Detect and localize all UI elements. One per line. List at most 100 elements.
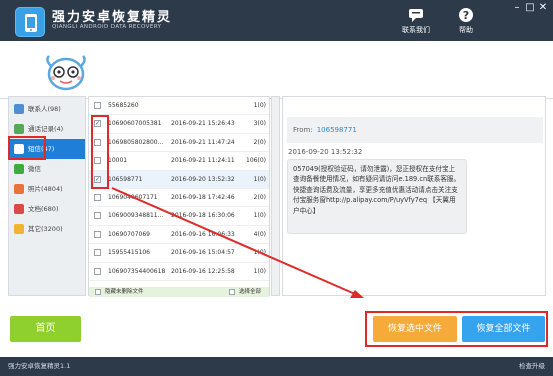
maximize-icon[interactable]: □ bbox=[524, 3, 536, 13]
sidebar-item-label: 微信 bbox=[28, 165, 41, 173]
row-number: 106598771 bbox=[108, 175, 143, 183]
svg-text:?: ? bbox=[463, 9, 469, 22]
row-number: 15955415106 bbox=[108, 249, 150, 257]
wechat-icon bbox=[14, 164, 24, 174]
sidebar-item-contacts[interactable]: 联系人(98) bbox=[9, 99, 85, 119]
row-checkbox[interactable] bbox=[94, 194, 101, 201]
from-bar: From: 106598771 bbox=[287, 117, 543, 143]
phone-icon bbox=[14, 124, 24, 134]
row-date: 2016-09-18 16:30:06 bbox=[171, 212, 235, 220]
app-logo-icon bbox=[15, 7, 45, 37]
row-checkbox[interactable] bbox=[94, 267, 101, 275]
sidebar-item-label: 照片(4804) bbox=[28, 185, 63, 193]
row-count: 1(0) bbox=[253, 212, 266, 220]
list-item[interactable]: 1069805802800... 2016-09-21 11:47:24 2(0… bbox=[89, 134, 269, 153]
list-scrollbar[interactable] bbox=[271, 96, 280, 296]
row-checkbox[interactable] bbox=[94, 102, 101, 109]
title-bar: 强力安卓恢复精灵 QIANGLI ANDROID DATA RECOVERY 联… bbox=[0, 0, 553, 41]
help-button[interactable]: ? 帮助 bbox=[458, 7, 474, 35]
from-value: 106598771 bbox=[316, 126, 357, 134]
check-update-link[interactable]: 检查升级 bbox=[519, 357, 545, 376]
row-date: 2016-09-18 17:42:46 bbox=[171, 194, 235, 201]
contacts-icon bbox=[14, 104, 24, 114]
photo-icon bbox=[14, 184, 24, 194]
row-number: 55685260 bbox=[108, 102, 139, 109]
message-list: 55685260 1(0) ✓ 10690607005381 2016-09-2… bbox=[88, 96, 270, 297]
row-date: 2016-09-21 11:24:11 bbox=[171, 157, 235, 165]
banner bbox=[0, 41, 553, 99]
row-count: 106(0) bbox=[246, 157, 266, 165]
row-number: 10690607005381 bbox=[108, 120, 162, 128]
chat-icon bbox=[409, 9, 423, 22]
row-date: 2016-09-21 11:47:24 bbox=[171, 138, 235, 146]
checkbox-highlight-box bbox=[91, 115, 109, 189]
list-item[interactable]: 106907354400618 2016-09-16 12:25:58 1(0) bbox=[89, 263, 269, 281]
home-button[interactable]: 首页 bbox=[10, 316, 81, 342]
row-number: 1069805802800... bbox=[108, 138, 164, 146]
minimize-icon[interactable]: – bbox=[511, 3, 523, 13]
hide-deleted-checkbox[interactable] bbox=[95, 289, 101, 295]
contact-us-button[interactable]: 联系我们 bbox=[402, 7, 430, 35]
row-date: 2016-09-16 16:06:33 bbox=[171, 230, 235, 238]
row-checkbox[interactable] bbox=[94, 212, 101, 220]
close-icon[interactable]: ✕ bbox=[537, 3, 549, 13]
list-footer: 隐藏未删除文件 选择全部 bbox=[89, 287, 269, 297]
sidebar-item-label: 其它(3200) bbox=[28, 225, 63, 233]
app-title: 强力安卓恢复精灵 bbox=[52, 10, 173, 25]
sidebar-item-label: 文档(680) bbox=[28, 205, 59, 213]
sidebar-item-photos[interactable]: 照片(4804) bbox=[9, 179, 85, 199]
list-item[interactable]: 55685260 1(0) bbox=[89, 97, 269, 116]
help-icon: ? bbox=[459, 8, 473, 22]
list-item[interactable]: 1069009348811... 2016-09-18 16:30:06 1(0… bbox=[89, 207, 269, 226]
recover-selected-button[interactable]: 恢复选中文件 bbox=[373, 316, 457, 342]
row-number: 106907354400618 bbox=[108, 267, 166, 275]
other-icon bbox=[14, 224, 24, 234]
row-count: 3(0) bbox=[253, 120, 266, 128]
contact-us-label: 联系我们 bbox=[402, 26, 430, 34]
from-label: From: bbox=[293, 126, 313, 134]
recover-all-button[interactable]: 恢复全部文件 bbox=[462, 316, 545, 342]
help-label: 帮助 bbox=[459, 26, 473, 34]
list-item[interactable]: ✓ 10690607005381 2016-09-21 15:26:43 3(0… bbox=[89, 115, 269, 134]
row-count: 4(0) bbox=[253, 230, 266, 238]
status-bar: 强力安卓恢复精灵1.1 检查升级 bbox=[0, 357, 553, 376]
row-date: 2016-09-16 12:25:58 bbox=[171, 267, 235, 275]
sidebar-item-documents[interactable]: 文档(680) bbox=[9, 199, 85, 219]
row-number: 1069009348811... bbox=[108, 212, 164, 220]
select-all-label: 选择全部 bbox=[239, 289, 262, 295]
row-number: 1069040607171 bbox=[108, 194, 158, 201]
message-time: 2016-09-20 13:52:32 bbox=[288, 148, 363, 156]
sidebar-item-label: 通话记录(4) bbox=[28, 125, 64, 133]
sidebar-item-other[interactable]: 其它(3200) bbox=[9, 219, 85, 239]
row-count: 2(0) bbox=[253, 194, 266, 201]
list-item[interactable]: 10001 2016-09-21 11:24:11 106(0) bbox=[89, 152, 269, 171]
category-sidebar: 联系人(98) 通话记录(4) 短信(47) 微信 照片(4804) 文档(68… bbox=[8, 96, 86, 296]
row-count: 1(0) bbox=[253, 175, 266, 183]
row-checkbox[interactable] bbox=[94, 249, 101, 257]
list-item[interactable]: 1069040607171 2016-09-18 17:42:46 2(0) bbox=[89, 189, 269, 208]
version-label: 强力安卓恢复精灵1.1 bbox=[8, 362, 71, 370]
message-detail-panel: From: 106598771 2016-09-20 13:52:32 05704… bbox=[282, 96, 546, 296]
list-item[interactable]: ✓ 106598771 2016-09-20 13:52:32 1(0) bbox=[89, 170, 269, 189]
row-date: 2016-09-21 15:26:43 bbox=[171, 120, 235, 128]
list-item[interactable]: 15955415106 2016-09-16 15:04:57 1(0) bbox=[89, 244, 269, 263]
document-icon bbox=[14, 204, 24, 214]
sidebar-item-wechat[interactable]: 微信 bbox=[9, 159, 85, 179]
row-date: 2016-09-16 15:04:57 bbox=[171, 249, 235, 257]
select-all-checkbox[interactable] bbox=[229, 289, 235, 295]
mascot-icon bbox=[46, 55, 86, 91]
sms-highlight-box bbox=[8, 136, 46, 160]
hide-deleted-label: 隐藏未删除文件 bbox=[105, 289, 144, 295]
row-number: 10690707069 bbox=[108, 230, 150, 238]
sidebar-item-label: 联系人(98) bbox=[28, 105, 61, 113]
list-item[interactable]: 10690707069 2016-09-16 16:06:33 4(0) bbox=[89, 226, 269, 245]
row-number: 10001 bbox=[108, 157, 128, 165]
message-bubble: 057049(授权验证码，请勿泄露)，您正授权在支付宝上查询备餐使用情况，如有疑… bbox=[287, 159, 467, 234]
row-count: 2(0) bbox=[253, 138, 266, 146]
row-count: 1(0) bbox=[253, 267, 266, 275]
app-subtitle: QIANGLI ANDROID DATA RECOVERY bbox=[52, 24, 162, 30]
row-count: 1(0) bbox=[253, 102, 266, 109]
row-checkbox[interactable] bbox=[94, 230, 101, 238]
row-count: 1(0) bbox=[253, 249, 266, 257]
row-date: 2016-09-20 13:52:32 bbox=[171, 175, 235, 183]
